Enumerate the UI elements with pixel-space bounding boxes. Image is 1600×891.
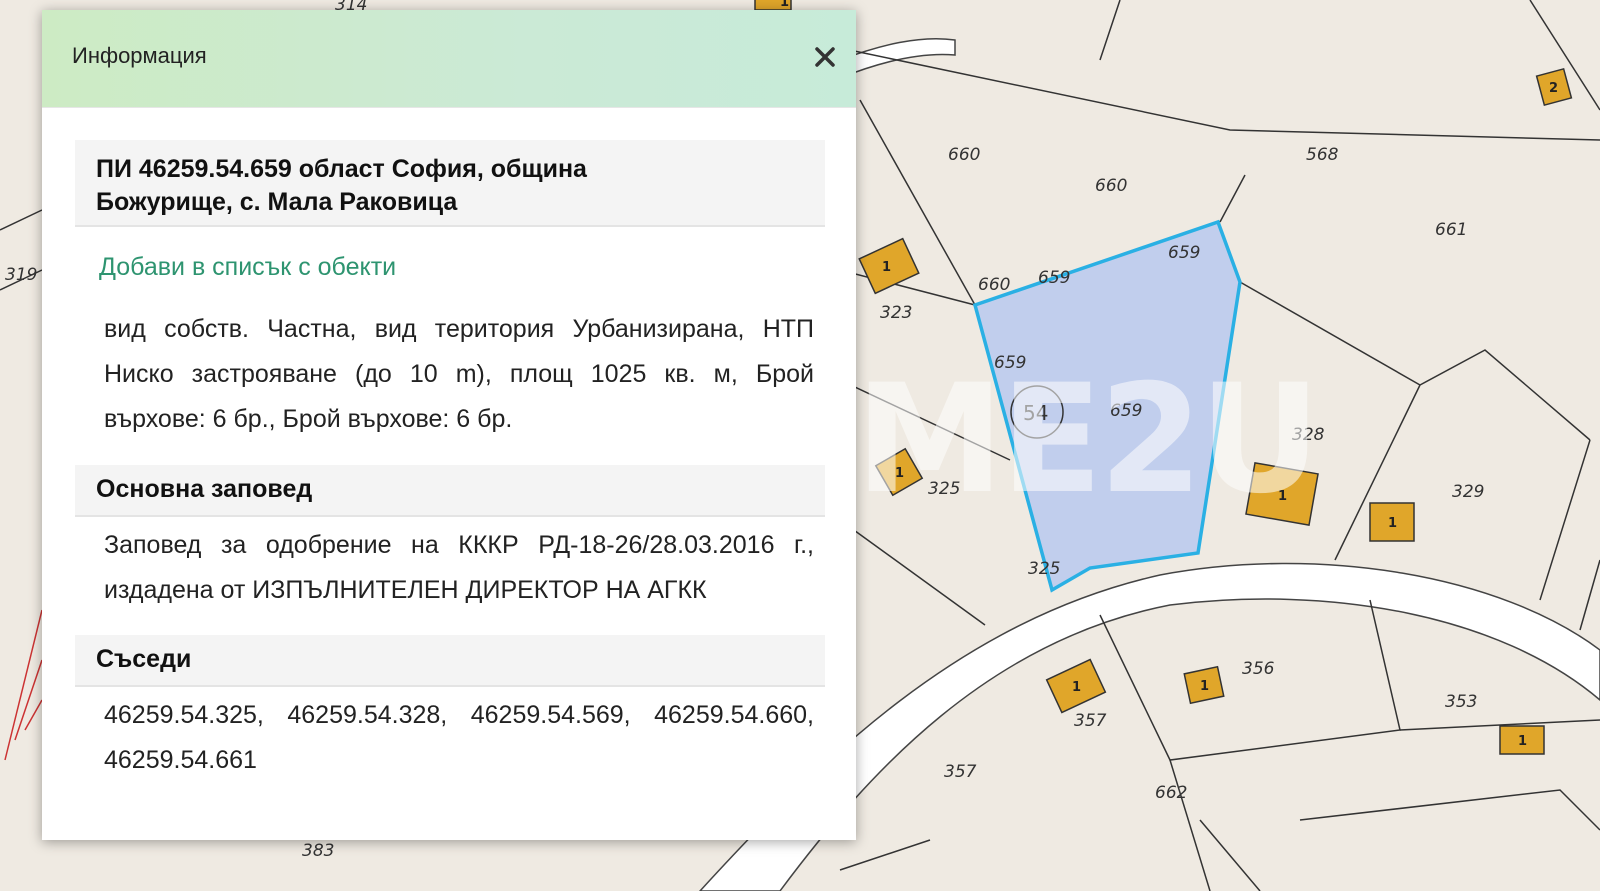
map-label: 659 [1110, 401, 1142, 421]
building-label: 1 [882, 260, 891, 275]
map-label: 328 [1292, 425, 1325, 445]
map-label: 329 [1452, 482, 1484, 502]
neighbors-text: 46259.54.325, 46259.54.328, 46259.54.569… [104, 701, 814, 774]
close-button[interactable] [808, 40, 842, 74]
order-text: Заповед за одобрение на КККР РД-18-26/28… [104, 531, 814, 604]
info-panel: Информация ПИ 46259.54.659 област София,… [42, 10, 856, 840]
map-label: 659 [1168, 243, 1200, 263]
map-label: 356 [1242, 659, 1275, 679]
map-label: 659 [994, 353, 1026, 373]
building-label: 1 [1278, 489, 1287, 504]
building-label: 1 [1518, 734, 1527, 749]
parcel-title: ПИ 46259.54.659 област София, община Бож… [96, 155, 587, 216]
map-label: 661 [1435, 220, 1467, 240]
map-label: 353 [1445, 692, 1477, 712]
map-label: 662 [1155, 783, 1187, 803]
map-label: 383 [302, 841, 334, 861]
parcel-heading-box: ПИ 46259.54.659 област София, община Бож… [75, 140, 825, 227]
building-label: 1 [1388, 516, 1397, 531]
map-label: 323 [880, 303, 912, 323]
neighbors-heading: Съседи [96, 645, 192, 673]
map-label: 325 [928, 479, 960, 499]
map-label: 568 [1306, 145, 1339, 165]
map-label: 357 [944, 762, 977, 782]
order-heading-box: Основна заповед [75, 465, 825, 517]
add-to-list-link[interactable]: Добави в списък с обекти [99, 253, 396, 282]
panel-header: Информация [42, 10, 856, 108]
order-heading: Основна заповед [96, 475, 313, 503]
map-label: 660 [978, 275, 1010, 295]
building-label: 1 [780, 0, 789, 10]
building-label: 2 [1549, 81, 1558, 96]
neighbors-heading-box: Съседи [75, 635, 825, 687]
building-label: 1 [895, 466, 904, 481]
building-label: 1 [1200, 679, 1209, 694]
parcel-info-text: вид собств. Частна, вид територия Урбани… [104, 315, 814, 433]
map-label: 660 [1095, 176, 1127, 196]
parcel-marker-label: 54 [1023, 401, 1048, 425]
map-label: 325 [1028, 559, 1060, 579]
close-icon [815, 47, 835, 67]
map-label: 660 [948, 145, 980, 165]
building-label: 1 [1072, 680, 1081, 695]
map-label: 357 [1074, 711, 1107, 731]
map-label: 319 [5, 265, 37, 285]
panel-title: Информация [72, 43, 207, 68]
